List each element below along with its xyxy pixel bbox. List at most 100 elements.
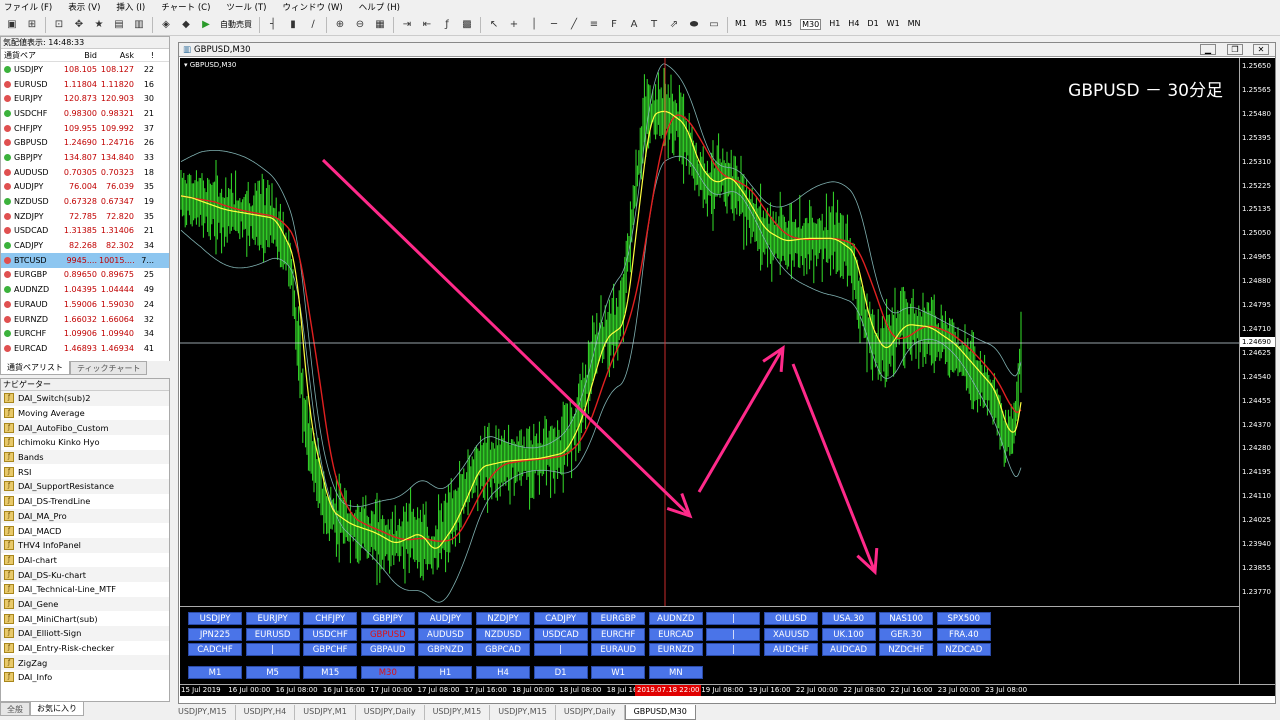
panel-button-audjpy[interactable]: AUDJPY bbox=[418, 612, 473, 625]
market-watch-row[interactable]: AUDJPY 76.004 76.039 35 bbox=[1, 180, 169, 195]
terminal-icon[interactable]: ▤ bbox=[111, 17, 127, 33]
autoscroll-icon[interactable]: ⇥ bbox=[399, 17, 415, 33]
navigator-item[interactable]: ƒ DAI-chart bbox=[1, 553, 169, 568]
panel-button-euraud[interactable]: EURAUD bbox=[591, 643, 646, 656]
panel-button-gbpjpy[interactable]: GBPJPY bbox=[360, 612, 415, 625]
market-watch-row[interactable]: EURNZD 1.66032 1.66064 32 bbox=[1, 312, 169, 327]
panel-button-nzdjpy[interactable]: NZDJPY bbox=[476, 612, 530, 625]
panel-button-spx500[interactable]: SPX500 bbox=[936, 612, 991, 625]
panel-button-eurchf[interactable]: EURCHF bbox=[591, 627, 646, 641]
market-watch-row[interactable]: CHFJPY 109.955 109.992 37 bbox=[1, 121, 169, 136]
panel-button-cadjpy[interactable]: CADJPY bbox=[533, 612, 588, 625]
restore-icon[interactable]: ❐ bbox=[1227, 44, 1243, 55]
market-watch-row[interactable]: GBPUSD 1.24690 1.24716 26 bbox=[1, 135, 169, 150]
panel-button-gbpchf[interactable]: GBPCHF bbox=[303, 643, 358, 656]
panel-button-xauusd[interactable]: XAUUSD bbox=[764, 627, 818, 641]
tab-general[interactable]: 全般 bbox=[0, 702, 30, 716]
tester-icon[interactable]: ▥ bbox=[131, 17, 147, 33]
panel-button-[interactable]: | bbox=[706, 643, 761, 656]
minimize-icon[interactable]: ▁ bbox=[1200, 44, 1216, 55]
candle-chart-icon[interactable]: ▮ bbox=[285, 17, 301, 33]
panel-button-[interactable]: | bbox=[706, 612, 761, 625]
navigator-item[interactable]: ƒ RSI bbox=[1, 464, 169, 479]
spread-header[interactable]: ! bbox=[136, 51, 156, 60]
new-order-icon[interactable]: ◈ bbox=[158, 17, 174, 33]
timeframe-button-mn[interactable]: MN bbox=[908, 19, 921, 30]
panel-button-oilusd[interactable]: OILUSD bbox=[764, 612, 818, 625]
panel-button-eurjpy[interactable]: EURJPY bbox=[245, 612, 300, 625]
chart-tab[interactable]: USDJPY,H4 bbox=[236, 705, 296, 720]
text-icon[interactable]: A bbox=[626, 17, 642, 33]
market-watch-row[interactable]: USDCAD 1.31385 1.31406 21 bbox=[1, 224, 169, 239]
navigator-item[interactable]: ƒ DAI_DS-Ku-chart bbox=[1, 567, 169, 582]
panel-button-h1[interactable]: H1 bbox=[418, 665, 473, 679]
chart-tab[interactable]: USDJPY,M15 bbox=[490, 705, 556, 720]
panel-button-eurnzd[interactable]: EURNZD bbox=[648, 643, 703, 656]
navigator-item[interactable]: ƒ DAI_MACD bbox=[1, 523, 169, 538]
market-watch-row[interactable]: EURJPY 120.873 120.903 30 bbox=[1, 91, 169, 106]
close-icon[interactable]: ✕ bbox=[1253, 44, 1269, 55]
timeframe-button-m30[interactable]: M30 bbox=[800, 19, 822, 30]
tab-symbols[interactable]: 通貨ペアリスト bbox=[0, 361, 70, 375]
market-watch-row[interactable]: EURAUD 1.59006 1.59030 24 bbox=[1, 297, 169, 312]
panel-button-eurcad[interactable]: EURCAD bbox=[648, 627, 703, 641]
chart-tab[interactable]: USDJPY,Daily bbox=[556, 705, 625, 720]
market-watch-row[interactable]: CADJPY 82.268 82.302 34 bbox=[1, 238, 169, 253]
chart-tab[interactable]: USDJPY,M15 bbox=[425, 705, 491, 720]
navigator-item[interactable]: ƒ ZigZag bbox=[1, 655, 169, 671]
panel-button-eurusd[interactable]: EURUSD bbox=[245, 627, 300, 641]
menu-item-3[interactable]: チャート (C) bbox=[161, 1, 210, 13]
navigator-item[interactable]: ƒ DAI_Gene bbox=[1, 596, 169, 612]
tab-favorites[interactable]: お気に入り bbox=[30, 702, 84, 716]
panel-button-usdcad[interactable]: USDCAD bbox=[533, 627, 588, 641]
chart-tab[interactable]: GBPUSD,M30 bbox=[624, 705, 696, 720]
panel-button-[interactable]: | bbox=[245, 643, 300, 656]
new-chart-icon[interactable]: ▣ bbox=[4, 17, 20, 33]
autotrade-icon[interactable]: ▶ bbox=[198, 17, 214, 33]
chart-tab[interactable]: USDJPY,M1 bbox=[295, 705, 356, 720]
panel-button-usdchf[interactable]: USDCHF bbox=[303, 627, 358, 641]
panel-button-fra40[interactable]: FRA.40 bbox=[936, 627, 991, 641]
market-watch-row[interactable]: USDCHF 0.98300 0.98321 21 bbox=[1, 106, 169, 121]
panel-button-chfjpy[interactable]: CHFJPY bbox=[303, 612, 358, 625]
panel-button-m5[interactable]: M5 bbox=[245, 665, 300, 679]
navigator-icon[interactable]: ★ bbox=[91, 17, 107, 33]
market-watch-row[interactable]: GBPJPY 134.807 134.840 33 bbox=[1, 150, 169, 165]
timeframe-button-m5[interactable]: M5 bbox=[755, 19, 767, 30]
navigator-item[interactable]: ƒ THV4 InfoPanel bbox=[1, 537, 169, 553]
panel-button-d1[interactable]: D1 bbox=[533, 665, 588, 679]
panel-button-audnzd[interactable]: AUDNZD bbox=[648, 612, 703, 625]
navigator-item[interactable]: ƒ DAI_Entry-Risk-checker bbox=[1, 641, 169, 656]
timeframe-button-h1[interactable]: H1 bbox=[829, 19, 840, 30]
autotrade-label[interactable]: 自動売買 bbox=[220, 19, 252, 30]
chart-shift-icon[interactable]: ⇤ bbox=[419, 17, 435, 33]
chart-tab[interactable]: USDJPY,Daily bbox=[356, 705, 425, 720]
panel-button-audusd[interactable]: AUDUSD bbox=[418, 627, 473, 641]
panel-button-nas100[interactable]: NAS100 bbox=[879, 612, 934, 625]
menu-item-4[interactable]: ツール (T) bbox=[226, 1, 266, 13]
panel-button-usdjpy[interactable]: USDJPY bbox=[188, 612, 242, 625]
menu-item-5[interactable]: ウィンドウ (W) bbox=[282, 1, 342, 13]
market-watch-row[interactable]: AUDUSD 0.70305 0.70323 18 bbox=[1, 165, 169, 180]
panel-button-gbpusd[interactable]: GBPUSD bbox=[360, 627, 415, 641]
bid-header[interactable]: Bid bbox=[59, 51, 99, 60]
panel-button-gbpaud[interactable]: GBPAUD bbox=[360, 643, 415, 656]
crosshair-icon[interactable]: + bbox=[506, 17, 522, 33]
menu-item-6[interactable]: ヘルプ (H) bbox=[359, 1, 400, 13]
symbol-header[interactable]: 通貨ペア bbox=[1, 50, 59, 61]
navigator-item[interactable]: ƒ DAI_Technical-Line_MTF bbox=[1, 582, 169, 597]
navigator-item[interactable]: ƒ DAI_Elliott-Sign bbox=[1, 626, 169, 641]
panel-button-h4[interactable]: H4 bbox=[476, 665, 530, 679]
horizontal-line-icon[interactable]: ─ bbox=[546, 17, 562, 33]
metaeditor-icon[interactable]: ◆ bbox=[178, 17, 194, 33]
navigator-item[interactable]: ƒ DAI_MA_Pro bbox=[1, 508, 169, 524]
fibo-icon[interactable]: F bbox=[606, 17, 622, 33]
panel-button-cadchf[interactable]: CADCHF bbox=[188, 643, 242, 656]
channel-icon[interactable]: ≡ bbox=[586, 17, 602, 33]
timeframe-button-w1[interactable]: W1 bbox=[887, 19, 900, 30]
market-watch-row[interactable]: EURUSD 1.11804 1.11820 16 bbox=[1, 77, 169, 92]
navigator-item[interactable]: ƒ Moving Average bbox=[1, 406, 169, 421]
panel-button-nzdcad[interactable]: NZDCAD bbox=[936, 643, 991, 656]
panel-button-jpn225[interactable]: JPN225 bbox=[188, 627, 242, 641]
panel-button-ger30[interactable]: GER.30 bbox=[879, 627, 934, 641]
